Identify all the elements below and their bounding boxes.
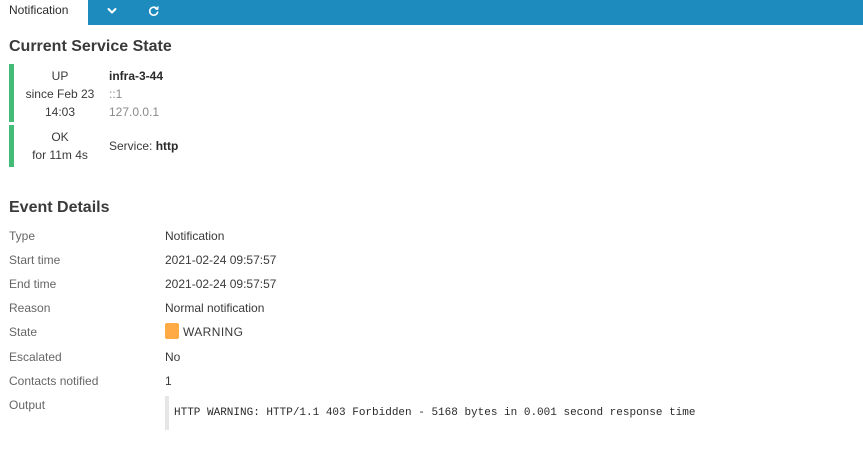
event-details-title: Event Details [9, 199, 110, 216]
detail-label-state: State [9, 325, 38, 339]
host-state-row[interactable]: UP since Feb 23 14:03 infra-3-44 ::1 127… [9, 64, 409, 122]
host-address-ipv4: 127.0.0.1 [109, 105, 160, 119]
service-label: Service: [109, 139, 153, 153]
detail-value-reason: Normal notification [165, 301, 265, 315]
service-state: OK [51, 130, 69, 144]
host-since-date: since Feb 23 [25, 87, 95, 101]
host-info: infra-3-44 ::1 127.0.0.1 [109, 67, 163, 121]
tab-notification[interactable]: Notification [0, 0, 88, 25]
detail-value-state: WARNING [165, 323, 244, 340]
host-since-time: 14:03 [44, 105, 76, 119]
service-state-column: OK for 11m 4s [14, 128, 106, 164]
detail-value-end-time: 2021-02-24 09:57:57 [165, 277, 277, 291]
detail-value-type: Notification [165, 229, 225, 243]
state-badge-text: WARNING [183, 325, 244, 339]
detail-label-end-time: End time [9, 277, 57, 291]
detail-label-escalated: Escalated [9, 350, 62, 364]
current-service-state-title: Current Service State [9, 38, 172, 55]
detail-value-start-time: 2021-02-24 09:57:57 [165, 253, 277, 267]
host-address-ipv6: ::1 [109, 87, 123, 101]
warning-state-swatch [165, 323, 179, 339]
tab-bar: Notification [0, 0, 863, 25]
detail-label-start-time: Start time [9, 253, 61, 267]
refresh-icon [148, 5, 160, 17]
host-state: UP [51, 69, 69, 83]
plugin-output: HTTP WARNING: HTTP/1.1 403 Forbidden - 5… [165, 396, 845, 430]
service-state-row[interactable]: OK for 11m 4s Service: http [9, 125, 409, 167]
service-duration: for 11m 4s [32, 148, 88, 162]
detail-label-reason: Reason [9, 301, 51, 315]
host-state-column: UP since Feb 23 14:03 [14, 67, 106, 121]
detail-value-escalated: No [165, 350, 181, 364]
tab-dropdown-button[interactable] [92, 0, 132, 21]
refresh-button[interactable] [134, 0, 174, 21]
service-info: Service: http [109, 137, 178, 155]
chevron-down-icon [106, 5, 118, 17]
host-name[interactable]: infra-3-44 [109, 67, 163, 85]
service-name[interactable]: http [156, 139, 179, 153]
detail-label-contacts-notified: Contacts notified [9, 374, 99, 388]
detail-value-contacts-notified: 1 [165, 374, 172, 388]
detail-label-type: Type [9, 229, 36, 243]
detail-label-output: Output [9, 398, 46, 412]
